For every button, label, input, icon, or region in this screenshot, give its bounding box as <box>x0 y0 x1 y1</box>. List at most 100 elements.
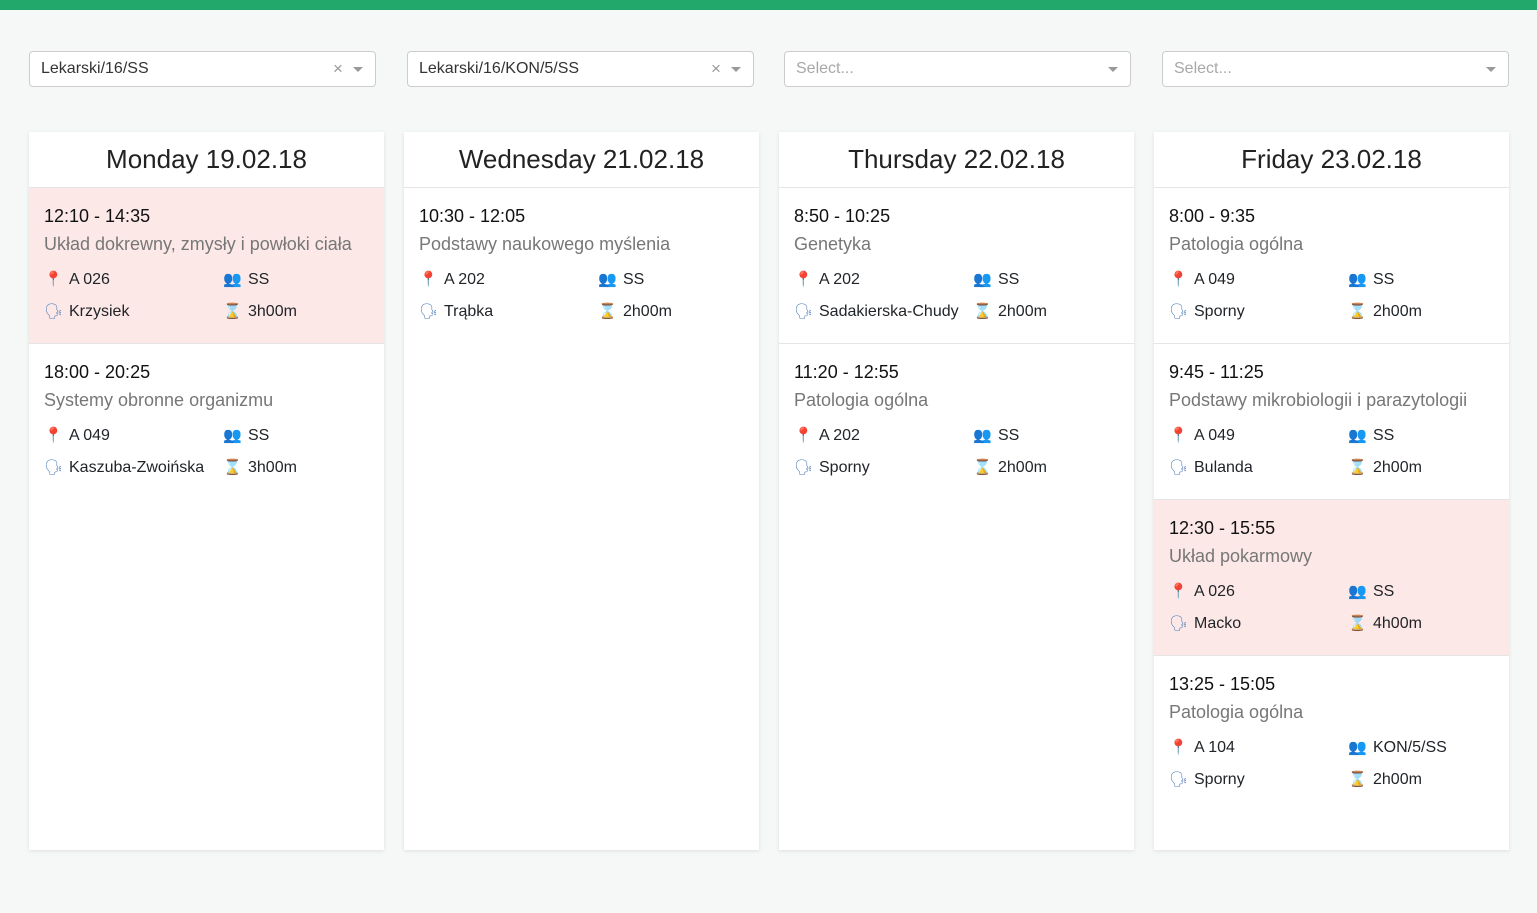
lesson-room-value: A 104 <box>1194 739 1235 756</box>
lesson-duration-value: 4h00m <box>1373 615 1422 632</box>
hourglass-icon: ⌛ <box>223 459 242 476</box>
day-card: Thursday 22.02.18 8:50 - 10:25 Genetyka 📍 A … <box>779 132 1134 850</box>
lesson-details: 📍 A 104 👥 KON/5/SS 🗣 Sporny ⌛ 2h00m <box>1169 737 1494 811</box>
group-icon: 👥 <box>223 271 242 288</box>
lesson-duration: ⌛ 3h00m <box>223 457 369 479</box>
select-placeholder: Select... <box>796 60 854 77</box>
lesson-room-value: A 049 <box>1194 427 1235 444</box>
lesson-time: 12:10 - 14:35 <box>44 206 151 226</box>
group-select-2[interactable]: Lekarski/16/KON/5/SS × <box>407 51 754 87</box>
group-select-4[interactable]: Select... <box>1162 51 1509 87</box>
lesson-subject: Układ pokarmowy <box>1169 546 1313 566</box>
lesson-entry[interactable]: 12:10 - 14:35 Układ dokrewny, zmysły i po… <box>29 187 384 343</box>
speaking-head-icon: 🗣 <box>44 459 64 476</box>
lesson-group-value: SS <box>248 427 270 444</box>
group-select-1[interactable]: Lekarski/16/SS × <box>29 51 376 87</box>
lesson-room-value: A 026 <box>1194 583 1235 600</box>
lesson-room: 📍 A 049 <box>1169 425 1348 447</box>
lesson-subject: Patologia ogólna <box>1169 234 1304 254</box>
lesson-entry[interactable]: 8:00 - 9:35 Patologia ogólna 📍 A 049 👥 SS 🗣 Spo… <box>1154 187 1509 343</box>
lesson-group-value: SS <box>998 427 1020 444</box>
lesson-details: 📍 A 049 👥 SS 🗣 Bulanda ⌛ 2h00m <box>1169 425 1494 499</box>
lesson-room-value: A 049 <box>69 427 110 444</box>
group-select-3[interactable]: Select... <box>784 51 1131 87</box>
lesson-group: 👥 SS <box>223 269 369 291</box>
lesson-entry[interactable]: 13:25 - 15:05 Patologia ogólna 📍 A 104 👥 KON/… <box>1154 655 1509 811</box>
hourglass-icon: ⌛ <box>223 303 242 320</box>
lesson-entry[interactable]: 11:20 - 12:55 Patologia ogólna 📍 A 202 👥 SS 🗣 S… <box>779 343 1134 499</box>
day-title: Wednesday 21.02.18 <box>458 144 705 174</box>
lesson-group: 👥 SS <box>1348 269 1494 291</box>
day-title: Friday 23.02.18 <box>1241 144 1422 174</box>
clear-icon[interactable]: × <box>329 59 347 79</box>
lesson-entry[interactable]: 8:50 - 10:25 Genetyka 📍 A 202 👥 SS 🗣 Sadakiersk… <box>779 187 1134 343</box>
lesson-teacher-value: Trąbka <box>444 303 494 320</box>
lesson-teacher-value: Sadakierska-Chudy <box>819 303 959 320</box>
group-icon: 👥 <box>598 271 617 288</box>
pin-icon: 📍 <box>1169 271 1188 288</box>
pin-icon: 📍 <box>44 271 63 288</box>
pin-icon: 📍 <box>1169 583 1188 600</box>
speaking-head-icon: 🗣 <box>794 459 814 476</box>
lesson-duration: ⌛ 2h00m <box>1348 457 1494 479</box>
lesson-room: 📍 A 202 <box>419 269 598 291</box>
lesson-group: 👥 SS <box>1348 425 1494 447</box>
lesson-group: 👥 SS <box>223 425 369 447</box>
lesson-duration: ⌛ 4h00m <box>1348 613 1494 635</box>
lesson-details: 📍 A 202 👥 SS 🗣 Sadakierska-Chudy ⌛ 2h00m <box>794 269 1119 343</box>
group-icon: 👥 <box>973 271 992 288</box>
lesson-teacher: 🗣 Sadakierska-Chudy <box>794 301 973 323</box>
lesson-duration: ⌛ 2h00m <box>1348 301 1494 323</box>
lesson-subject: Patologia ogólna <box>794 390 929 410</box>
lesson-duration-value: 2h00m <box>998 303 1047 320</box>
lesson-duration: ⌛ 2h00m <box>973 457 1119 479</box>
lesson-details: 📍 A 049 👥 SS 🗣 Kaszuba-Zwoińska ⌛ 3h00m <box>44 425 369 499</box>
pin-icon: 📍 <box>1169 739 1188 756</box>
lesson-group: 👥 SS <box>1348 581 1494 603</box>
lesson-entry[interactable]: 10:30 - 12:05 Podstawy naukowego myślenia… <box>404 187 759 343</box>
lesson-teacher: 🗣 Krzysiek <box>44 301 223 323</box>
clear-icon[interactable]: × <box>707 59 725 79</box>
lesson-teacher: 🗣 Macko <box>1169 613 1348 635</box>
lesson-teacher: 🗣 Sporny <box>794 457 973 479</box>
lesson-teacher: 🗣 Kaszuba-Zwoińska <box>44 457 223 479</box>
lesson-group: 👥 KON/5/SS <box>1348 737 1494 759</box>
lesson-time: 13:25 - 15:05 <box>1169 674 1276 694</box>
top-accent-bar <box>0 0 1537 10</box>
lesson-room: 📍 A 049 <box>1169 269 1348 291</box>
lesson-entry[interactable]: 9:45 - 11:25 Podstawy mikrobiologii i par… <box>1154 343 1509 499</box>
speaking-head-icon: 🗣 <box>1169 303 1189 320</box>
pin-icon: 📍 <box>419 271 438 288</box>
select-value: Lekarski/16/SS <box>41 60 149 77</box>
lesson-teacher-value: Sporny <box>1194 303 1245 320</box>
lesson-details: 📍 A 202 👥 SS 🗣 Trąbka ⌛ 2h00m <box>419 269 744 343</box>
day-title: Monday 19.02.18 <box>106 144 307 174</box>
lesson-group-value: SS <box>623 271 645 288</box>
chevron-down-icon[interactable] <box>1108 66 1118 72</box>
lesson-teacher: 🗣 Bulanda <box>1169 457 1348 479</box>
hourglass-icon: ⌛ <box>1348 615 1367 632</box>
lesson-room: 📍 A 104 <box>1169 737 1348 759</box>
lesson-teacher-value: Sporny <box>819 459 870 476</box>
lesson-room: 📍 A 026 <box>1169 581 1348 603</box>
chevron-down-icon[interactable] <box>1486 66 1496 72</box>
lesson-entry[interactable]: 12:30 - 15:55 Układ pokarmowy 📍 A 026 👥 SS 🗣 Ma… <box>1154 499 1509 655</box>
day-card: Monday 19.02.18 12:10 - 14:35 Układ dokrew… <box>29 132 384 850</box>
lesson-group: 👥 SS <box>973 269 1119 291</box>
chevron-down-icon[interactable] <box>731 66 741 72</box>
lesson-room-value: A 026 <box>69 271 110 288</box>
lesson-teacher-value: Sporny <box>1194 771 1245 788</box>
lesson-subject: Genetyka <box>794 234 872 254</box>
lesson-entry[interactable]: 18:00 - 20:25 Systemy obronne organizmu 📍 A… <box>29 343 384 499</box>
lesson-subject: Podstawy mikrobiologii i parazytologii <box>1169 390 1468 410</box>
hourglass-icon: ⌛ <box>973 459 992 476</box>
lesson-time: 11:20 - 12:55 <box>794 362 899 382</box>
lesson-duration-value: 2h00m <box>623 303 672 320</box>
pin-icon: 📍 <box>44 427 63 444</box>
speaking-head-icon: 🗣 <box>1169 771 1189 788</box>
lesson-time: 18:00 - 20:25 <box>44 362 151 382</box>
lesson-room-value: A 049 <box>1194 271 1235 288</box>
lesson-group-value: SS <box>1373 271 1395 288</box>
chevron-down-icon[interactable] <box>353 66 363 72</box>
group-icon: 👥 <box>1348 739 1367 756</box>
